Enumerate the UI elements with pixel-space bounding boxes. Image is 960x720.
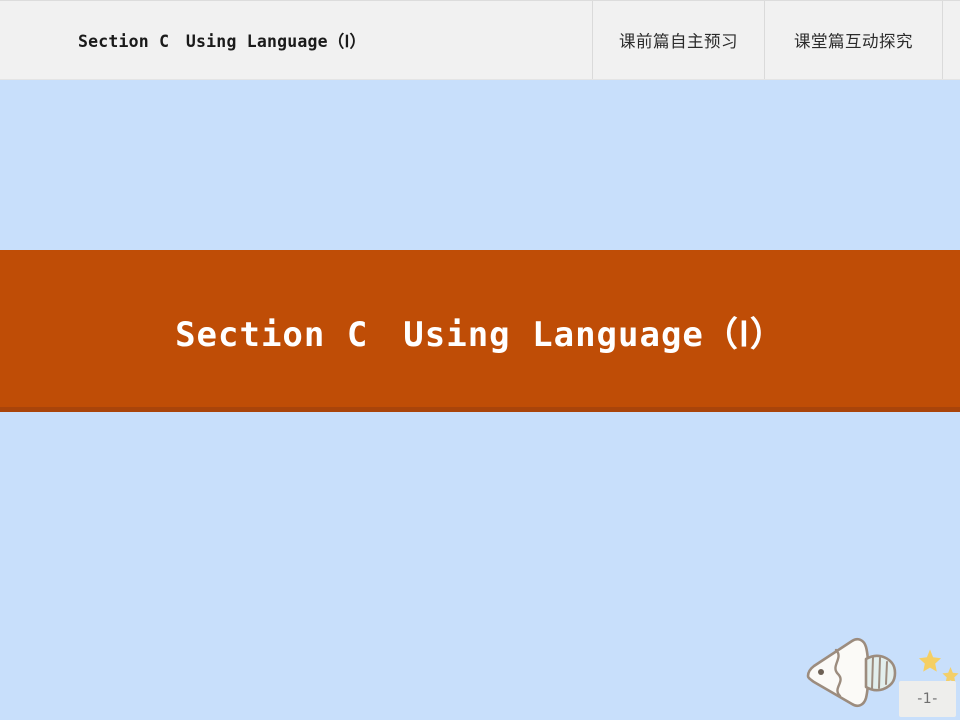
title-banner: Section C Using Language（Ⅰ） xyxy=(0,250,960,412)
page-number-badge: -1- xyxy=(899,681,956,717)
header-title-cell: Section C Using Language（Ⅰ） xyxy=(0,1,593,79)
tab-pre-class-preview-label: 课前篇自主预习 xyxy=(619,32,738,51)
tab-in-class-inquiry[interactable]: 课堂篇互动探究 xyxy=(765,1,943,79)
fish-icon xyxy=(800,632,900,719)
tab-pre-class-preview[interactable]: 课前篇自主预习 xyxy=(593,1,765,79)
banner-underline xyxy=(0,407,960,412)
tab-in-class-inquiry-label: 课堂篇互动探究 xyxy=(794,32,913,51)
slide-header: Section C Using Language（Ⅰ） 课前篇自主预习 课堂篇互… xyxy=(0,0,960,80)
header-end-cell xyxy=(943,1,960,79)
banner-title-text: Section C Using Language（Ⅰ） xyxy=(175,314,785,355)
header-section-title: Section C Using Language（Ⅰ） xyxy=(78,32,367,51)
slide-canvas: Section C Using Language（Ⅰ） 课前篇自主预习 课堂篇互… xyxy=(0,0,960,720)
page-number-text: -1- xyxy=(917,691,938,707)
star-icon xyxy=(917,648,943,679)
